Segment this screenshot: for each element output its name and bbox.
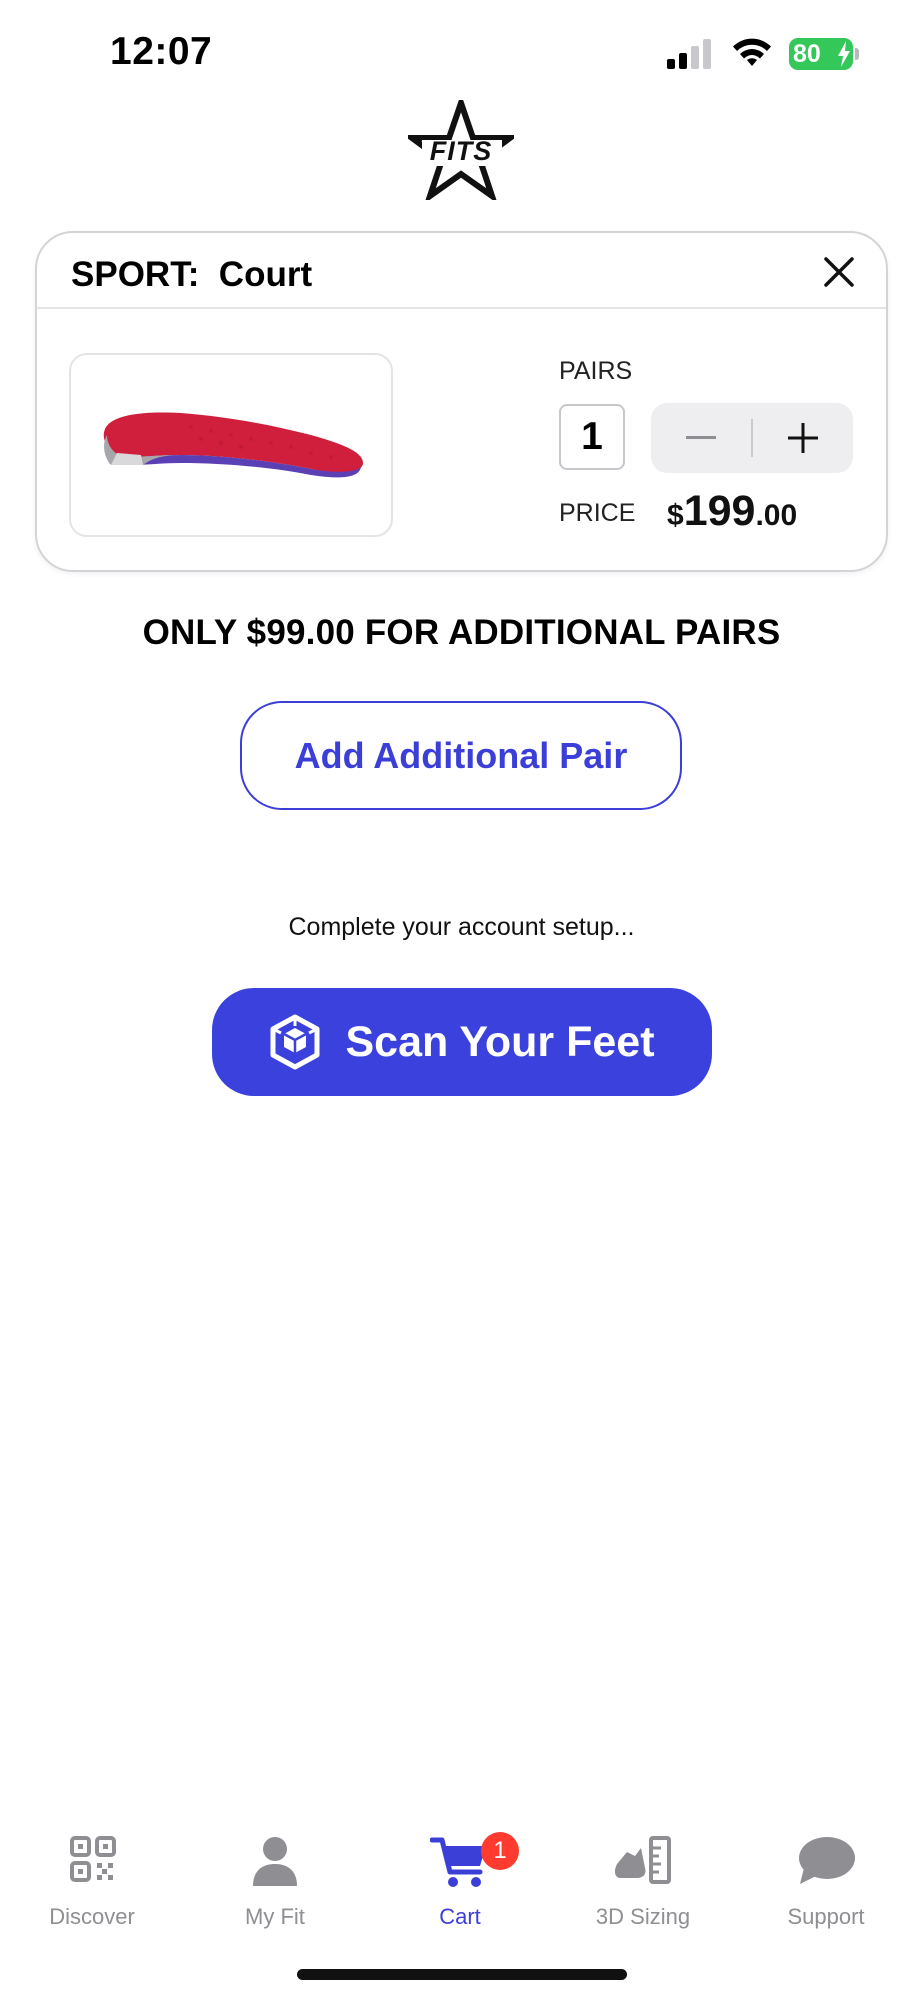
qr-code-icon <box>70 1836 116 1882</box>
add-additional-pair-button[interactable]: Add Additional Pair <box>240 701 682 810</box>
product-card: SPORT: Court PAIRS 1 PRICE $199.00 <box>35 231 888 572</box>
status-time: 12:07 <box>110 30 213 73</box>
home-indicator <box>297 1969 627 1980</box>
cart-screen: 12:07 80 FITS SPORT: Court PAIRS 1 PRICE… <box>0 0 923 2000</box>
tab-label: My Fit <box>245 1904 305 1929</box>
pairs-label: PAIRS <box>559 357 633 385</box>
tab-cart[interactable]: 1 Cart <box>385 1832 535 1934</box>
insole-icon <box>103 412 363 478</box>
minus-icon <box>686 436 716 439</box>
tab-3d-sizing[interactable]: 3D Sizing <box>568 1834 718 1934</box>
account-setup-text: Complete your account setup... <box>288 913 635 941</box>
price-currency: $ <box>667 499 684 532</box>
battery-icon: 80 <box>789 38 859 70</box>
increment-button[interactable] <box>753 403 853 473</box>
wifi-icon <box>733 38 771 66</box>
cellular-signal-icon <box>667 39 711 69</box>
scan-button-label: Scan Your Feet <box>345 1017 655 1066</box>
decrement-button[interactable] <box>651 403 751 473</box>
person-icon <box>253 1837 297 1886</box>
tab-label: 3D Sizing <box>595 1904 691 1929</box>
close-icon <box>824 257 854 287</box>
tab-my-fit[interactable]: My Fit <box>200 1834 350 1934</box>
price-whole: 199 <box>683 487 756 535</box>
cart-icon <box>430 1837 486 1887</box>
status-icons: 80 <box>667 36 859 72</box>
scan-your-feet-button[interactable]: Scan Your Feet <box>212 988 712 1096</box>
plus-icon <box>788 423 818 453</box>
battery-level: 80 <box>793 39 821 68</box>
additional-pairs-promo: ONLY $99.00 FOR ADDITIONAL PAIRS <box>142 613 781 652</box>
quantity-display: 1 <box>559 404 625 470</box>
tab-discover[interactable]: Discover <box>17 1834 167 1934</box>
cart-badge: 1 <box>481 1832 519 1870</box>
card-header: SPORT: Court <box>37 233 886 309</box>
quantity-stepper <box>651 403 853 473</box>
charging-bolt-icon <box>838 41 850 67</box>
close-button[interactable] <box>822 255 856 289</box>
price-cents: .00 <box>755 499 798 532</box>
tab-label: Discover <box>49 1904 135 1929</box>
logo-text: FITS <box>429 136 493 166</box>
chat-bubble-icon <box>799 1837 855 1884</box>
sport-title: SPORT: Court <box>71 255 313 294</box>
tab-label: Cart <box>439 1904 481 1929</box>
insole-product-image <box>69 353 393 537</box>
price-value: $199.00 <box>667 487 797 536</box>
bottom-tab-bar: Discover My Fit 1 Cart 3D Sizing Support <box>0 1820 923 1940</box>
3d-cube-scan-icon <box>270 1014 320 1070</box>
tab-label: Support <box>787 1904 865 1929</box>
price-label: PRICE <box>559 499 636 527</box>
fits-logo: FITS <box>408 100 514 200</box>
shoe-ruler-icon <box>614 1836 671 1884</box>
tab-support[interactable]: Support <box>751 1834 901 1934</box>
